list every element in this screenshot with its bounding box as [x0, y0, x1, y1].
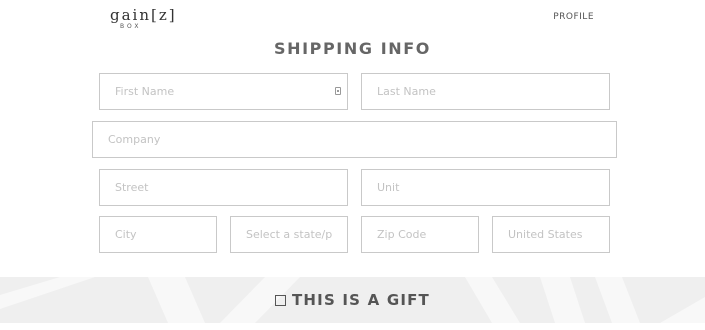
profile-link[interactable]: PROFILE — [553, 12, 594, 22]
city-field[interactable] — [100, 217, 216, 252]
zip-field-wrapper — [361, 216, 479, 253]
gift-band: THIS IS A GIFT — [0, 277, 705, 323]
logo[interactable]: gain[z] BOX — [110, 6, 180, 34]
header: gain[z] BOX PROFILE — [0, 0, 705, 36]
first-name-field-wrapper — [99, 73, 348, 110]
gift-label[interactable]: THIS IS A GIFT — [292, 291, 430, 309]
state-select[interactable] — [231, 217, 347, 252]
first-name-field[interactable] — [100, 74, 347, 109]
state-select-wrapper — [230, 216, 348, 253]
street-field-wrapper — [99, 169, 348, 206]
company-field[interactable] — [93, 122, 616, 157]
logo-subtext: BOX — [120, 23, 142, 30]
street-field[interactable] — [100, 170, 347, 205]
gift-checkbox[interactable] — [274, 294, 286, 306]
company-field-wrapper — [92, 121, 617, 158]
country-field-wrapper — [492, 216, 610, 253]
country-field[interactable] — [493, 217, 609, 252]
last-name-field-wrapper — [361, 73, 610, 110]
page-title: SHIPPING INFO — [273, 39, 432, 58]
gift-option[interactable]: THIS IS A GIFT — [0, 277, 705, 323]
city-field-wrapper — [99, 216, 217, 253]
unit-field-wrapper — [361, 169, 610, 206]
last-name-field[interactable] — [362, 74, 609, 109]
logo-text: gain[z] — [110, 6, 177, 24]
unit-field[interactable] — [362, 170, 609, 205]
autofill-key-icon[interactable] — [335, 87, 341, 95]
zip-field[interactable] — [362, 217, 478, 252]
